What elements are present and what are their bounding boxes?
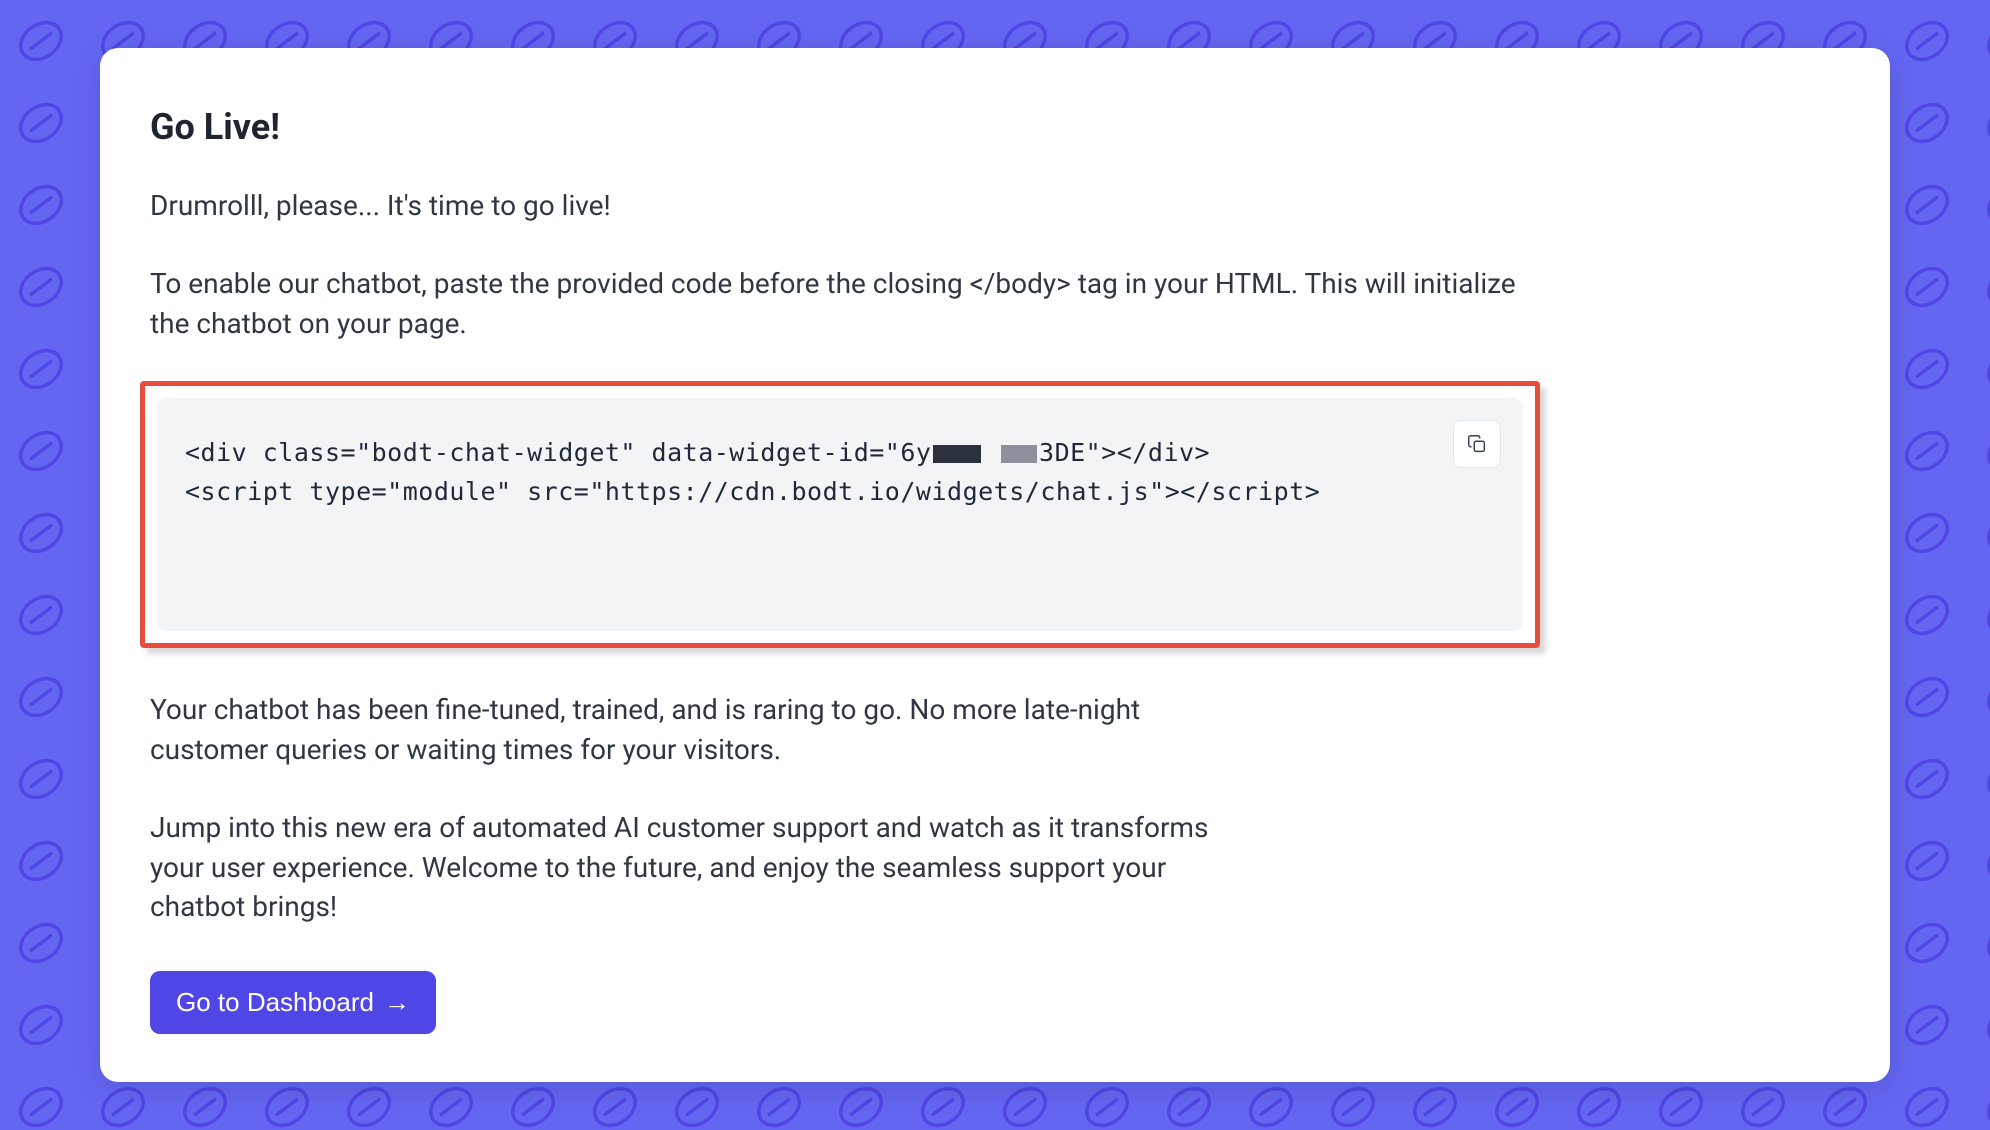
post-code-text-2: Jump into this new era of automated AI c… xyxy=(150,808,1250,927)
code-line-1-suffix: 3DE"></div> xyxy=(1039,438,1210,467)
go-to-dashboard-button[interactable]: Go to Dashboard → xyxy=(150,971,436,1034)
post-code-text-1: Your chatbot has been fine-tuned, traine… xyxy=(150,690,1250,770)
go-live-card: Go Live! Drumrolll, please... It's time … xyxy=(100,48,1890,1082)
copy-icon xyxy=(1466,433,1488,455)
intro-text: Drumrolll, please... It's time to go liv… xyxy=(150,186,1550,226)
code-line-2: <script type="module" src="https://cdn.b… xyxy=(185,477,1320,506)
redacted-segment xyxy=(933,445,981,463)
arrow-right-icon: → xyxy=(384,987,410,1018)
page-title: Go Live! xyxy=(150,106,1840,148)
redacted-segment xyxy=(1001,445,1037,463)
instruction-text: To enable our chatbot, paste the provide… xyxy=(150,264,1550,344)
embed-code-block[interactable]: <div class="bodt-chat-widget" data-widge… xyxy=(157,398,1523,631)
copy-code-button[interactable] xyxy=(1453,420,1501,468)
code-line-1-prefix: <div class="bodt-chat-widget" data-widge… xyxy=(185,438,931,467)
cta-label: Go to Dashboard xyxy=(176,987,374,1018)
code-highlight-frame: <div class="bodt-chat-widget" data-widge… xyxy=(140,381,1540,648)
